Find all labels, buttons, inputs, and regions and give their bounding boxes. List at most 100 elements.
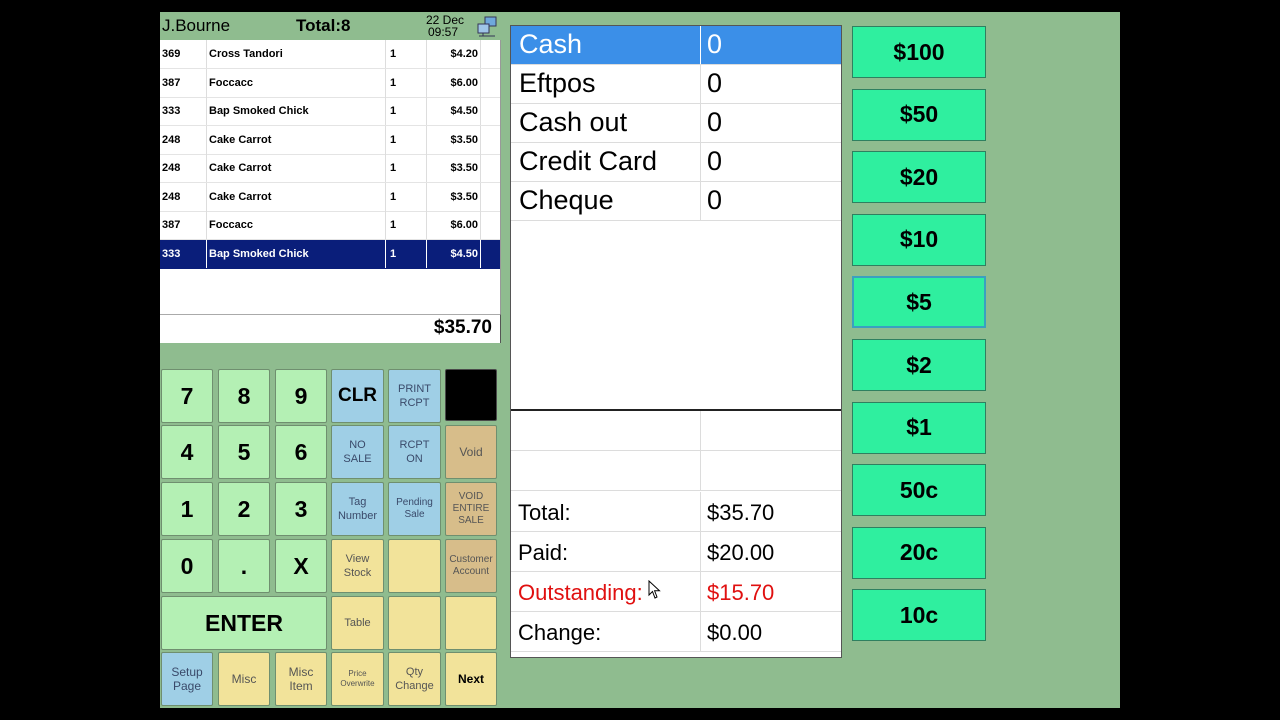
summary-total-row: Total: $35.70 — [511, 492, 841, 532]
key-1[interactable]: 1 — [161, 482, 213, 536]
payment-method-eftpos[interactable]: Eftpos 0 — [511, 65, 841, 104]
print-receipt-button[interactable]: PRINT RCPT — [388, 369, 441, 423]
blank-summary-row-1 — [511, 411, 841, 451]
table-button[interactable]: Table — [331, 596, 384, 650]
price-overwrite-button[interactable]: Price Overwrite — [331, 652, 384, 706]
table-row[interactable]: 333 Bap Smoked Chick 1 $4.50 — [160, 97, 500, 126]
payment-panel: Cash 0 Eftpos 0 Cash out 0 Credit Card 0 Cheque 0… — [510, 25, 842, 658]
view-stock-button[interactable]: View Stock — [331, 539, 384, 593]
denomination-button[interactable]: 20c — [852, 526, 986, 579]
payment-method-credit-card[interactable]: Credit Card 0 — [511, 143, 841, 182]
misc-item-button[interactable]: Misc Item — [275, 652, 327, 706]
time: 09:57 — [428, 25, 459, 39]
payment-method-amount[interactable]: 0 — [707, 185, 722, 216]
item-code: 248 — [162, 125, 207, 154]
item-price: $4.50 — [426, 97, 481, 125]
key-2[interactable]: 2 — [218, 482, 270, 536]
denomination-button[interactable]: 10c — [852, 589, 986, 642]
item-code: 387 — [162, 68, 207, 97]
no-sale-button[interactable]: NO SALE — [331, 425, 384, 479]
void-entire-sale-button[interactable]: VOID ENTIRE SALE — [445, 482, 497, 536]
summary-total-label: Total: — [518, 500, 571, 525]
item-price: $3.50 — [426, 154, 481, 182]
item-price: $6.00 — [426, 211, 481, 239]
denomination-button[interactable]: 50c — [852, 464, 986, 517]
payment-method-amount[interactable]: 0 — [707, 107, 722, 138]
item-price: $3.50 — [426, 125, 481, 154]
denomination-button[interactable]: $5 — [852, 276, 986, 329]
table-row[interactable]: 248 Cake Carrot 1 $3.50 — [160, 182, 500, 212]
item-name: Bap Smoked Chick — [209, 97, 386, 125]
cashier-name: J.Bourne — [162, 16, 231, 35]
item-name: Cake Carrot — [209, 154, 386, 182]
payment-method-amount[interactable]: 0 — [707, 146, 722, 177]
network-status-icon[interactable] — [476, 15, 498, 37]
tag-number-button[interactable]: Tag Number — [331, 482, 384, 536]
qty-change-button[interactable]: Qty Change — [388, 652, 441, 706]
item-qty: 1 — [390, 40, 427, 68]
item-qty: 1 — [390, 211, 427, 239]
key-decimal[interactable]: . — [218, 539, 270, 593]
clear-button[interactable]: CLR — [331, 369, 384, 423]
pending-sale-button[interactable]: Pending Sale — [388, 482, 441, 536]
key-3[interactable]: 3 — [275, 482, 327, 536]
payment-method-amount[interactable]: 0 — [707, 29, 722, 60]
key-4[interactable]: 4 — [161, 425, 213, 479]
table-row[interactable]: 333 Bap Smoked Chick 1 $4.50 — [160, 239, 500, 269]
key-0[interactable]: 0 — [161, 539, 213, 593]
table-row[interactable]: 248 Cake Carrot 1 $3.50 — [160, 154, 500, 183]
summary-total-value: $35.70 — [707, 500, 775, 525]
payment-method-amount[interactable]: 0 — [707, 68, 722, 99]
item-price: $3.50 — [426, 182, 481, 211]
table-row[interactable]: 387 Foccacc 1 $6.00 — [160, 211, 500, 240]
enter-button[interactable]: ENTER — [161, 596, 327, 650]
summary-paid-row: Paid: $20.00 — [511, 532, 841, 572]
sale-header: J.Bourne Total:8 22 Dec 09:57 — [160, 12, 500, 40]
summary-paid-label: Paid: — [518, 540, 569, 565]
next-page-button[interactable]: Next — [445, 652, 497, 706]
sale-items-table[interactable]: 369 Cross Tandori 1 $4.20 387 Foccacc 1 $6.00 33… — [160, 40, 501, 315]
item-code: 248 — [162, 154, 207, 182]
mouse-pointer-icon — [648, 580, 661, 599]
date-time: 22 Dec 09:57 — [426, 14, 464, 38]
summary-change-row: Change: $0.00 — [511, 612, 841, 652]
payment-method-cash-out[interactable]: Cash out 0 — [511, 104, 841, 143]
sale-subtotal: $35.70 — [160, 314, 501, 343]
key-5[interactable]: 5 — [218, 425, 270, 479]
setup-page-button[interactable]: Setup Page — [161, 652, 213, 706]
denomination-button[interactable]: $1 — [852, 401, 986, 454]
payment-method-cash[interactable]: Cash 0 — [511, 26, 841, 65]
denomination-button[interactable]: $2 — [852, 339, 986, 391]
denomination-button[interactable]: $100 — [852, 26, 986, 78]
denomination-button[interactable]: $50 — [852, 88, 986, 141]
denomination-button[interactable]: $20 — [852, 151, 986, 204]
pos-window: J.Bourne Total:8 22 Dec 09:57 369 Cross T… — [160, 12, 1120, 708]
customer-account-button[interactable]: Customer Account — [445, 539, 497, 593]
key-9[interactable]: 9 — [275, 369, 327, 423]
key-6[interactable]: 6 — [275, 425, 327, 479]
empty-key-3[interactable] — [445, 596, 497, 650]
key-8[interactable]: 8 — [218, 369, 270, 423]
item-price: $4.20 — [426, 40, 481, 68]
item-qty: 1 — [390, 182, 427, 211]
payment-method-label: Cash — [519, 29, 583, 59]
receipt-on-button[interactable]: RCPT ON — [388, 425, 441, 479]
denomination-button[interactable]: $10 — [852, 213, 986, 266]
item-price: $4.50 — [426, 239, 481, 268]
void-button[interactable]: Void — [445, 425, 497, 479]
item-qty: 1 — [390, 97, 427, 125]
empty-key-1[interactable] — [388, 539, 441, 593]
table-row[interactable]: 369 Cross Tandori 1 $4.20 — [160, 40, 500, 69]
summary-outstanding-value: $15.70 — [707, 580, 775, 605]
payment-method-cheque[interactable]: Cheque 0 — [511, 182, 841, 221]
summary-change-label: Change: — [518, 620, 602, 645]
key-multiply[interactable]: X — [275, 539, 327, 593]
payment-method-label: Cash out — [519, 107, 628, 137]
table-row[interactable]: 248 Cake Carrot 1 $3.50 — [160, 125, 500, 155]
misc-button[interactable]: Misc — [218, 652, 270, 706]
table-row[interactable]: 387 Foccacc 1 $6.00 — [160, 68, 500, 98]
empty-key-2[interactable] — [388, 596, 441, 650]
black-key[interactable] — [445, 369, 497, 421]
key-7[interactable]: 7 — [161, 369, 213, 423]
item-code: 248 — [162, 182, 207, 211]
